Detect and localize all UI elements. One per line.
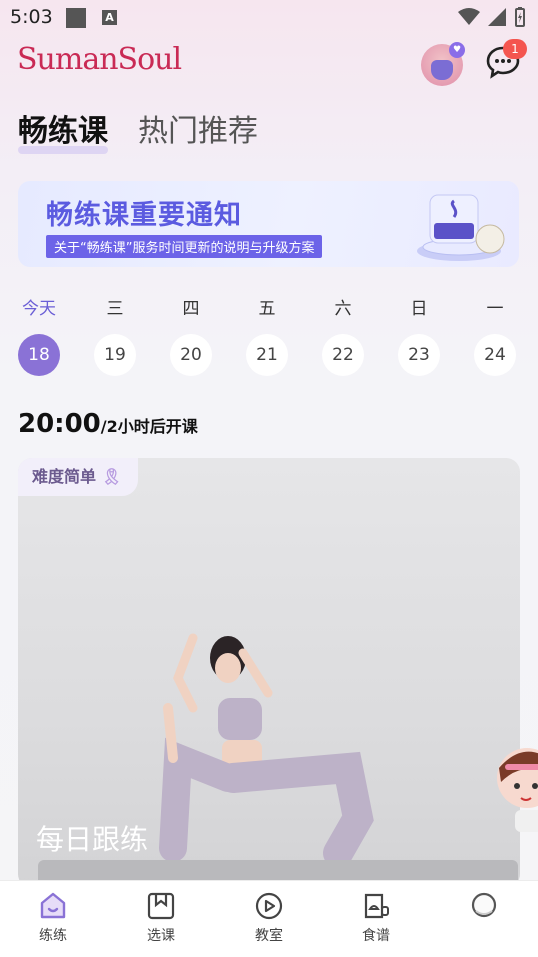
nav-label: 食谱: [362, 928, 390, 944]
tab-changlianke[interactable]: 畅练课: [18, 106, 108, 154]
day-label: 今天: [22, 299, 56, 319]
day-wed[interactable]: 三 19: [94, 294, 136, 376]
day-number: 18: [18, 334, 60, 376]
user-avatar[interactable]: ♥: [421, 42, 465, 86]
nav-label: 选课: [147, 928, 175, 944]
day-number: 20: [170, 334, 212, 376]
recipe-icon: [364, 893, 389, 919]
day-label: 五: [258, 299, 276, 319]
day-sun[interactable]: 日 23: [398, 294, 440, 376]
class-countdown: /2小时后开课: [100, 417, 198, 436]
app-logo: SumanSoul: [17, 42, 182, 77]
message-badge: 1: [503, 39, 527, 59]
product-box-icon: [417, 194, 505, 261]
tab-hot-recommend[interactable]: 热门推荐: [138, 106, 258, 150]
difficulty-label: 难度简单: [32, 467, 97, 486]
banner-title: 畅练课重要通知: [46, 200, 242, 231]
difficulty-badge: 难度简单 🎗: [18, 458, 138, 496]
nav-label: 教室: [255, 928, 283, 944]
nav-item-jiaoshi[interactable]: 教室: [239, 891, 299, 945]
day-number: 22: [322, 334, 364, 376]
class-time: 20:00/2小时后开课: [18, 409, 198, 439]
nav-item-lianlian[interactable]: 练练: [23, 891, 83, 945]
assistant-mascot-icon[interactable]: [495, 738, 538, 834]
day-number: 24: [474, 334, 516, 376]
app-notification-icon: A: [102, 10, 117, 25]
day-label: 一: [486, 299, 504, 319]
bookmark-icon: [147, 892, 175, 920]
ribbon-icon: 🎗: [101, 467, 122, 486]
status-time: 5:03: [10, 6, 53, 28]
nav-label: 练练: [39, 928, 67, 944]
battery-icon: [515, 7, 525, 27]
day-today[interactable]: 今天 18: [18, 294, 60, 376]
day-label: 六: [334, 299, 352, 319]
day-label: 三: [106, 299, 124, 319]
day-number: 23: [398, 334, 440, 376]
profile-icon: [471, 892, 497, 918]
class-start-time: 20:00: [18, 409, 101, 439]
notification-icon: [66, 8, 86, 28]
notice-banner[interactable]: 畅练课重要通知 关于“畅练课”服务时间更新的说明与升级方案: [18, 181, 519, 267]
day-fri[interactable]: 五 21: [246, 294, 288, 376]
home-icon: [40, 892, 66, 919]
signal-icon: [488, 8, 506, 26]
status-bar: 5:03 A: [0, 0, 538, 36]
banner-subtitle: 关于“畅练课”服务时间更新的说明与升级方案: [46, 235, 323, 258]
class-caption: 每日跟练: [36, 823, 149, 856]
day-label: 四: [182, 299, 200, 319]
bottom-nav: 练练 选课 教室 食谱: [0, 880, 538, 957]
class-card[interactable]: 难度简单 🎗 每日跟练: [18, 458, 520, 888]
day-thu[interactable]: 四 20: [170, 294, 212, 376]
heart-icon: ♥: [449, 42, 465, 58]
day-number: 21: [246, 334, 288, 376]
day-mon[interactable]: 一 24: [474, 294, 516, 376]
top-tabs: 畅练课 热门推荐: [18, 106, 258, 154]
day-sat[interactable]: 六 22: [322, 294, 364, 376]
play-icon: [255, 892, 283, 920]
wifi-icon: [458, 8, 480, 25]
nav-item-xuanke[interactable]: 选课: [131, 891, 191, 945]
day-label: 日: [410, 299, 428, 319]
avatar-figure: [431, 60, 453, 80]
day-number: 19: [94, 334, 136, 376]
nav-item-profile[interactable]: [454, 891, 514, 925]
nav-item-shipu[interactable]: 食谱: [346, 891, 406, 945]
